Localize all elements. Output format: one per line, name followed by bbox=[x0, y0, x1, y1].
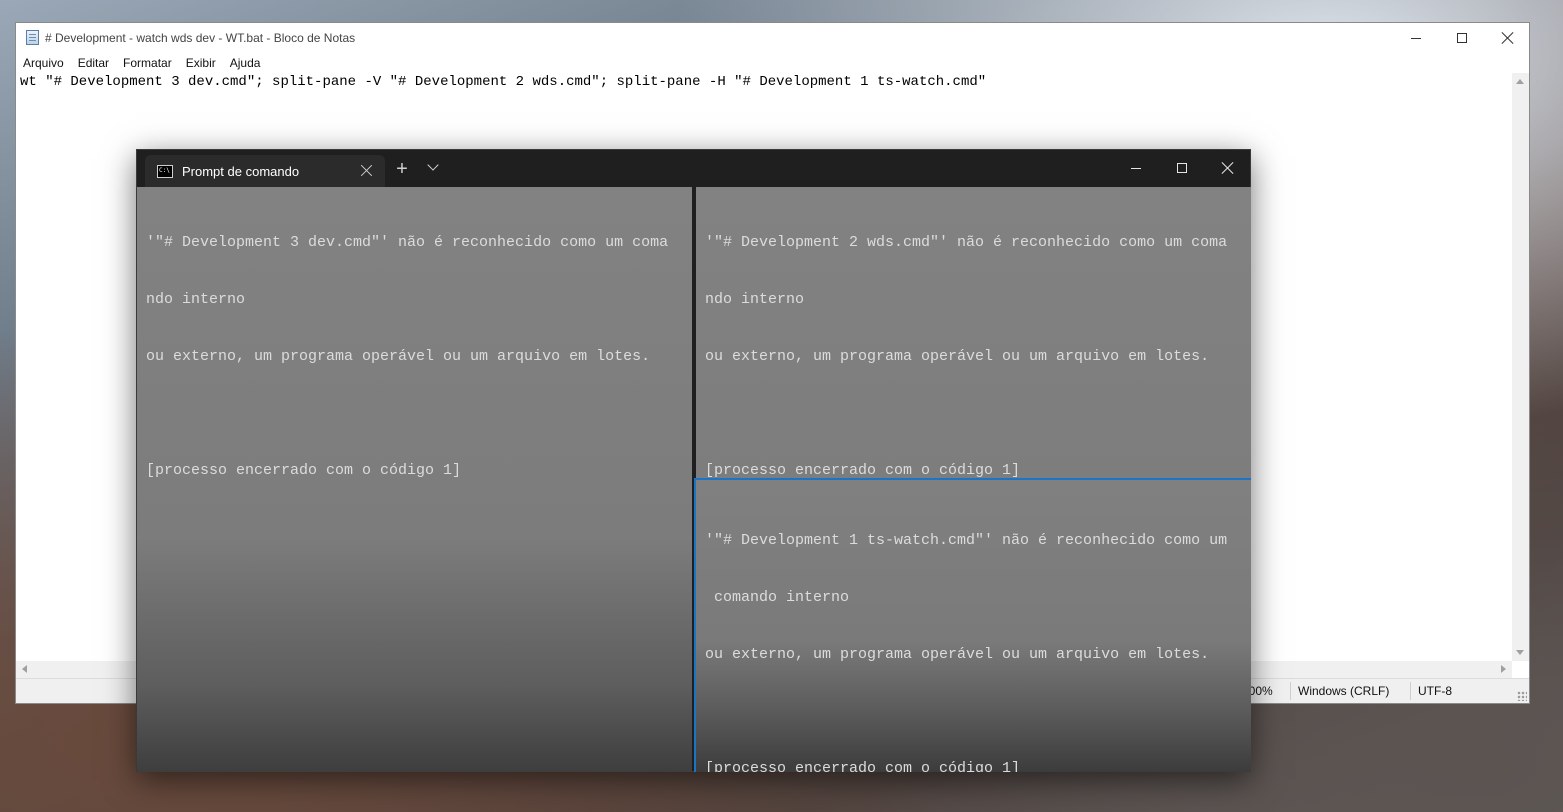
terminal-pane-bottom-right-active[interactable]: '"# Development 1 ts-watch.cmd"' não é r… bbox=[694, 478, 1251, 772]
notepad-title: # Development - watch wds dev - WT.bat -… bbox=[45, 31, 356, 45]
menu-ajuda[interactable]: Ajuda bbox=[223, 53, 268, 73]
close-icon bbox=[1222, 162, 1234, 174]
terminal-line: [processo encerrado com o código 1] bbox=[705, 462, 1021, 478]
terminal-line: ou externo, um programa operável ou um a… bbox=[705, 348, 1210, 365]
terminal-line: '"# Development 2 wds.cmd"' não é reconh… bbox=[705, 234, 1228, 251]
chevron-down-icon[interactable] bbox=[427, 162, 439, 174]
maximize-button[interactable] bbox=[1439, 23, 1485, 53]
terminal-line: '"# Development 3 dev.cmd"' não é reconh… bbox=[146, 234, 669, 251]
terminal-line: ndo interno bbox=[146, 291, 246, 308]
close-button[interactable] bbox=[1485, 23, 1531, 53]
terminal-pane-top-right[interactable]: '"# Development 2 wds.cmd"' não é reconh… bbox=[696, 187, 1251, 478]
vertical-scrollbar[interactable] bbox=[1512, 73, 1529, 661]
scroll-right-icon[interactable] bbox=[1501, 665, 1506, 673]
status-separator bbox=[1290, 682, 1291, 700]
menu-bar: Arquivo Editar Formatar Exibir Ajuda bbox=[16, 53, 267, 73]
scroll-up-icon[interactable] bbox=[1516, 79, 1524, 84]
minimize-button[interactable] bbox=[1393, 23, 1439, 53]
minimize-icon bbox=[1131, 167, 1141, 169]
menu-editar[interactable]: Editar bbox=[71, 53, 116, 73]
terminal-line: [processo encerrado com o código 1] bbox=[146, 462, 462, 479]
terminal-line: ou externo, um programa operável ou um a… bbox=[705, 646, 1210, 663]
terminal-close-button[interactable] bbox=[1205, 150, 1251, 186]
terminal-pane-left[interactable]: '"# Development 3 dev.cmd"' não é reconh… bbox=[137, 187, 692, 772]
terminal-window: Prompt de comando + '"# Development 3 de… bbox=[136, 149, 1251, 772]
close-icon bbox=[1502, 32, 1514, 44]
scroll-left-icon[interactable] bbox=[22, 665, 27, 673]
status-line-ending: Windows (CRLF) bbox=[1298, 684, 1390, 698]
menu-formatar[interactable]: Formatar bbox=[116, 53, 179, 73]
terminal-tab-bar[interactable]: Prompt de comando + bbox=[137, 150, 1250, 187]
tab-prompt-de-comando[interactable]: Prompt de comando bbox=[145, 155, 385, 187]
cmd-icon bbox=[157, 165, 173, 178]
maximize-icon bbox=[1457, 33, 1467, 43]
menu-exibir[interactable]: Exibir bbox=[179, 53, 223, 73]
notepad-icon bbox=[26, 30, 39, 45]
menu-arquivo[interactable]: Arquivo bbox=[16, 53, 71, 73]
new-tab-button[interactable]: + bbox=[391, 159, 413, 181]
tab-label: Prompt de comando bbox=[182, 164, 300, 179]
notepad-title-bar[interactable]: # Development - watch wds dev - WT.bat -… bbox=[16, 23, 1529, 53]
status-separator bbox=[1410, 682, 1411, 700]
maximize-icon bbox=[1177, 163, 1187, 173]
minimize-icon bbox=[1411, 37, 1421, 39]
terminal-line: comando interno bbox=[705, 589, 850, 606]
resize-grip-icon[interactable] bbox=[1517, 691, 1527, 701]
terminal-minimize-button[interactable] bbox=[1113, 150, 1159, 186]
scroll-down-icon[interactable] bbox=[1516, 650, 1524, 655]
terminal-line: ou externo, um programa operável ou um a… bbox=[146, 348, 651, 365]
terminal-line: '"# Development 1 ts-watch.cmd"' não é r… bbox=[705, 532, 1228, 549]
status-encoding: UTF-8 bbox=[1418, 684, 1452, 698]
terminal-maximize-button[interactable] bbox=[1159, 150, 1205, 186]
terminal-line: ndo interno bbox=[705, 291, 805, 308]
terminal-line: [processo encerrado com o código 1] bbox=[705, 760, 1021, 772]
